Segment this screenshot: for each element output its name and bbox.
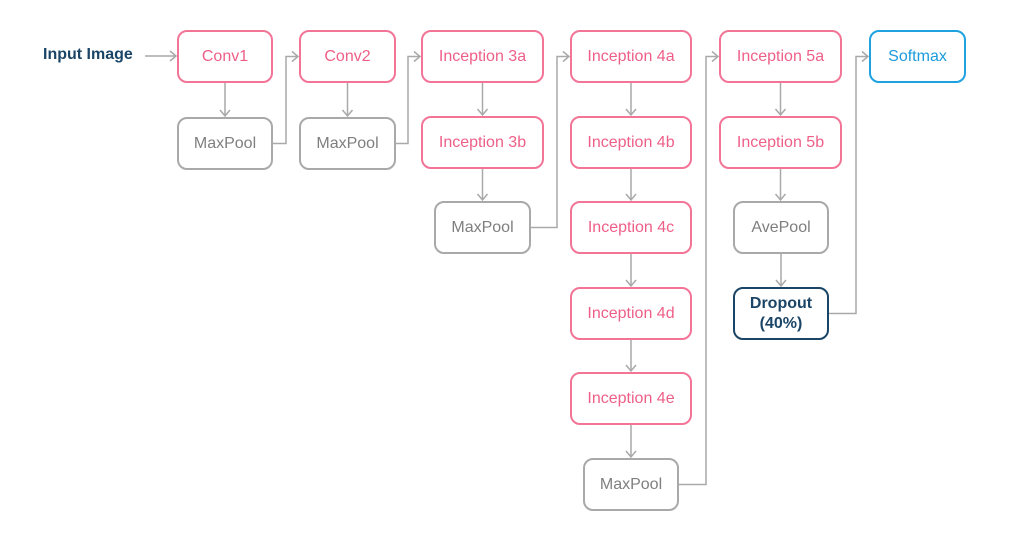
arrow-dropout-to-softmax	[829, 50, 870, 315]
arrow-inc4b-to-inc4c	[625, 169, 637, 202]
node-maxpool1: MaxPool	[177, 117, 273, 170]
arrow-inc4c-to-inc4d	[625, 254, 637, 288]
arrow-inc5b-to-avepool	[774, 169, 787, 202]
node-inc4b: Inception 4b	[570, 116, 692, 169]
node-label: Inception 4d	[587, 304, 675, 322]
node-label: Inception 4b	[587, 133, 675, 151]
node-label: Conv2	[324, 47, 371, 65]
node-inc4a: Inception 4a	[570, 30, 692, 83]
node-label: MaxPool	[599, 475, 663, 493]
node-maxpool4: MaxPool	[583, 458, 679, 511]
node-label: Inception 3a	[438, 47, 527, 65]
arrow-inc4e-to-maxpool4	[625, 425, 637, 459]
arrow-conv2-to-maxpool2	[341, 83, 354, 118]
node-inc4e: Inception 4e	[570, 372, 692, 425]
node-label: AvePool	[751, 218, 811, 236]
node-dropout: Dropout (40%)	[733, 287, 829, 340]
arrow-inc3b-to-maxpool3	[476, 169, 489, 202]
node-label: Conv1	[201, 47, 249, 65]
node-label: MaxPool	[193, 134, 257, 152]
arrow-maxpool2-to-inc3a	[396, 50, 422, 145]
arrow-input-to-conv1	[145, 50, 178, 62]
arrow-inc3a-to-inc3b	[476, 83, 489, 117]
node-label: Inception 5a	[736, 47, 825, 65]
node-inc3b: Inception 3b	[421, 116, 544, 169]
node-inc5b: Inception 5b	[719, 116, 842, 169]
node-label: Inception 3b	[438, 133, 527, 151]
input-image-label: Input Image	[43, 46, 133, 63]
node-softmax: Softmax	[869, 30, 966, 83]
arrow-inc5a-to-inc5b	[774, 83, 787, 117]
arrow-inc4a-to-inc4b	[625, 83, 637, 117]
node-inc4d: Inception 4d	[570, 287, 692, 340]
node-label: Inception 4c	[587, 218, 675, 236]
arrow-maxpool1-to-conv2	[273, 50, 300, 145]
node-label: Dropout (40%)	[749, 294, 813, 332]
node-maxpool3: MaxPool	[434, 201, 531, 254]
node-label: MaxPool	[316, 134, 379, 152]
node-label: Softmax	[888, 47, 947, 65]
node-inc3a: Inception 3a	[421, 30, 544, 83]
arrow-conv1-to-maxpool1	[219, 83, 231, 118]
node-conv2: Conv2	[299, 30, 396, 83]
node-label: Inception 4e	[587, 389, 675, 407]
node-avepool: AvePool	[733, 201, 829, 254]
node-inc4c: Inception 4c	[570, 201, 692, 254]
node-label: Inception 5b	[736, 133, 825, 151]
node-inc5a: Inception 5a	[719, 30, 842, 83]
arrow-avepool-to-dropout	[775, 254, 787, 288]
googlenet-diagram: Input Image Conv1 MaxPool Conv2 MaxPool Ince…	[0, 0, 1024, 535]
node-label: Inception 4a	[587, 47, 675, 65]
node-conv1: Conv1	[177, 30, 273, 83]
arrow-inc4d-to-inc4e	[625, 340, 637, 373]
node-maxpool2: MaxPool	[299, 117, 396, 170]
node-label: MaxPool	[451, 218, 514, 236]
